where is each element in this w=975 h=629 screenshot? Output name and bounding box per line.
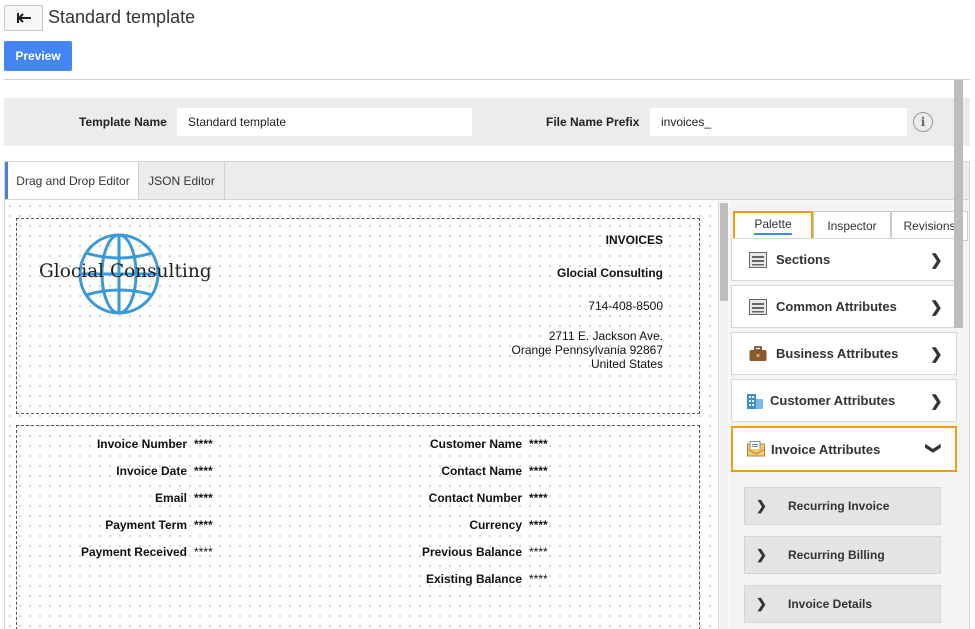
- address-line2: Orange Pennsylvania 92867: [511, 343, 663, 357]
- field-label: Email: [154, 491, 187, 505]
- palette-item-business-attributes[interactable]: Business Attributes ❯: [731, 332, 957, 375]
- palette-item-invoice-attributes[interactable]: Invoice Attributes ❯: [731, 426, 957, 472]
- common-attributes-icon: [749, 298, 767, 315]
- field-label: Existing Balance: [425, 572, 522, 586]
- tab-palette[interactable]: Palette: [733, 211, 813, 241]
- canvas-scrollbar[interactable]: [718, 201, 728, 629]
- field-value: ****: [194, 491, 213, 505]
- field-label: Invoice Number: [96, 437, 187, 451]
- field-value: ****: [194, 545, 213, 559]
- invoice-header-section[interactable]: Glocial Consulting INVOICES Glocial Cons…: [16, 218, 700, 414]
- field-value: ****: [529, 545, 548, 559]
- palette-label: Business Attributes: [776, 346, 899, 361]
- side-panel-scrollbar[interactable]: [954, 80, 963, 328]
- chevron-down-icon: ❯: [925, 442, 942, 455]
- palette-label: Customer Attributes: [770, 393, 896, 408]
- chevron-right-icon: ❯: [756, 547, 767, 562]
- editor-tabbar: Drag and Drop Editor JSON Editor: [5, 162, 969, 200]
- company-name: Glocial Consulting: [556, 266, 663, 280]
- logo-text: Glocial Consulting: [39, 261, 212, 282]
- field-label: Payment Received: [80, 545, 187, 559]
- palette-item-sections[interactable]: Sections ❯: [731, 238, 957, 281]
- briefcase-icon: [749, 345, 767, 361]
- field-value: ****: [529, 464, 548, 478]
- field-value: ****: [194, 437, 213, 451]
- sections-icon: [749, 251, 767, 268]
- back-arrow-icon: [16, 13, 31, 23]
- field-value: ****: [194, 518, 213, 532]
- field-label: Currency: [469, 518, 522, 532]
- field-value: ****: [529, 572, 548, 586]
- field-label: Previous Balance: [421, 545, 522, 559]
- sub-item-label: Recurring Billing: [788, 548, 885, 562]
- back-button[interactable]: [4, 5, 43, 31]
- invoice-fields-section[interactable]: Invoice Number **** Invoice Date **** Em…: [16, 425, 700, 629]
- template-editor: Drag and Drop Editor JSON Editor Glocial…: [4, 161, 970, 629]
- divider: [4, 79, 970, 80]
- file-name-prefix-input[interactable]: invoices_: [650, 108, 907, 136]
- page-title: Standard template: [48, 7, 196, 27]
- sub-item-recurring-invoice[interactable]: ❯ Recurring Invoice: [744, 487, 941, 525]
- chevron-right-icon: ❯: [930, 298, 943, 316]
- field-value: ****: [529, 491, 548, 505]
- field-value: ****: [194, 464, 213, 478]
- tab-palette-label: Palette: [754, 217, 792, 235]
- invoice-title: INVOICES: [605, 233, 663, 247]
- palette-label: Sections: [776, 252, 831, 267]
- preview-button[interactable]: Preview: [4, 41, 72, 71]
- field-label: Customer Name: [429, 437, 522, 451]
- company-logo: Glocial Consulting: [39, 231, 219, 317]
- company-phone: 714-408-8500: [588, 299, 663, 313]
- palette-label: Invoice Attributes: [771, 441, 881, 457]
- tab-json-editor[interactable]: JSON Editor: [139, 162, 225, 199]
- address-country: United States: [590, 357, 663, 371]
- chevron-right-icon: ❯: [930, 251, 943, 269]
- canvas-scrollbar-thumb[interactable]: [720, 203, 728, 301]
- info-icon[interactable]: i: [913, 112, 933, 132]
- side-panel: Palette Inspector Revisions Sections ❯ C…: [729, 201, 969, 629]
- palette-item-common-attributes[interactable]: Common Attributes ❯: [731, 285, 957, 328]
- chevron-right-icon: ❯: [756, 498, 767, 513]
- sub-item-label: Recurring Invoice: [788, 499, 890, 513]
- invoice-envelope-icon: [747, 441, 765, 457]
- template-name-input[interactable]: Standard template: [177, 108, 472, 136]
- file-name-prefix-label: File Name Prefix: [546, 115, 640, 129]
- tab-drag-and-drop-editor[interactable]: Drag and Drop Editor: [5, 162, 139, 199]
- field-label: Payment Term: [105, 518, 187, 532]
- field-value: ****: [529, 437, 548, 451]
- building-icon: [747, 393, 763, 409]
- chevron-right-icon: ❯: [930, 392, 943, 410]
- chevron-right-icon: ❯: [930, 345, 943, 363]
- template-name-label: Template Name: [79, 115, 167, 129]
- field-value: ****: [529, 518, 548, 532]
- design-canvas[interactable]: Glocial Consulting INVOICES Glocial Cons…: [5, 201, 718, 629]
- palette-item-customer-attributes[interactable]: Customer Attributes ❯: [731, 379, 957, 422]
- template-settings-bar: Template Name Standard template File Nam…: [4, 98, 970, 146]
- sub-item-invoice-details[interactable]: ❯ Invoice Details: [744, 585, 941, 623]
- sub-item-label: Invoice Details: [788, 597, 873, 611]
- sub-item-recurring-billing[interactable]: ❯ Recurring Billing: [744, 536, 941, 574]
- address-line1: 2711 E. Jackson Ave.: [548, 329, 663, 343]
- field-label: Contact Name: [441, 464, 522, 478]
- chevron-right-icon: ❯: [756, 596, 767, 611]
- field-label: Invoice Date: [116, 464, 187, 478]
- palette-label: Common Attributes: [776, 299, 897, 314]
- tab-inspector[interactable]: Inspector: [813, 211, 891, 241]
- field-label: Contact Number: [428, 491, 522, 505]
